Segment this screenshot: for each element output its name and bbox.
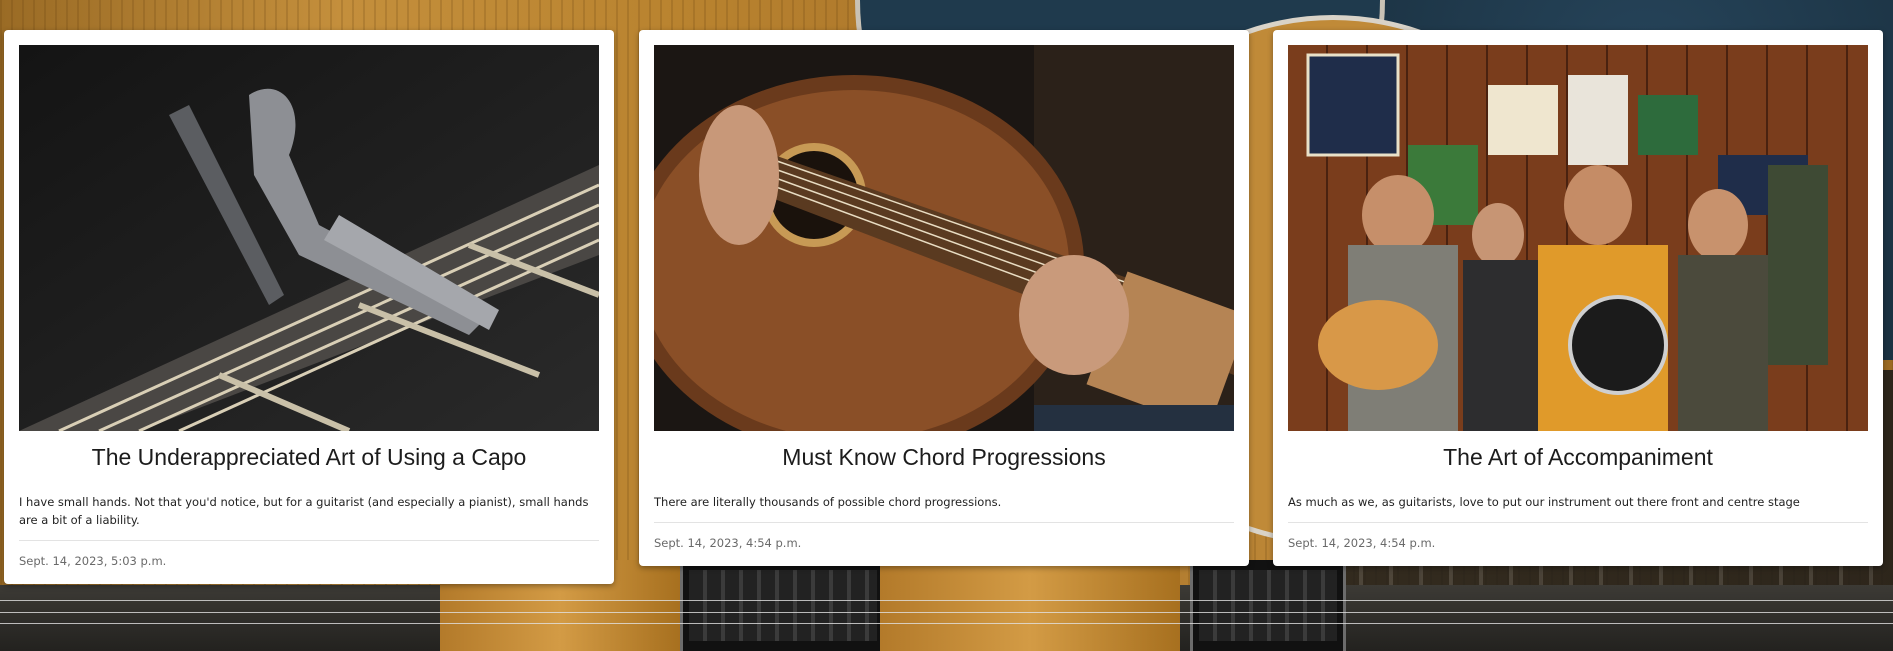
post-image-pub-band[interactable] — [1288, 45, 1868, 431]
background-string — [0, 600, 1893, 601]
post-title[interactable]: Must Know Chord Progressions — [654, 442, 1234, 472]
card-divider — [654, 522, 1234, 523]
blog-post-card[interactable]: The Underappreciated Art of Using a Capo… — [4, 30, 614, 584]
post-date: Sept. 14, 2023, 5:03 p.m. — [19, 554, 167, 568]
card-divider — [1288, 522, 1868, 523]
background-string — [0, 623, 1893, 624]
background-pickup — [1190, 560, 1346, 651]
card-divider — [19, 540, 599, 541]
blog-post-card[interactable]: The Art of Accompaniment As much as we, … — [1273, 30, 1883, 566]
blog-post-card[interactable]: Must Know Chord Progressions There are l… — [639, 30, 1249, 566]
post-title[interactable]: The Underappreciated Art of Using a Capo — [19, 442, 599, 472]
post-image-capo[interactable] — [19, 45, 599, 431]
post-excerpt: I have small hands. Not that you'd notic… — [19, 495, 589, 527]
post-excerpt: There are literally thousands of possibl… — [654, 495, 1002, 509]
post-image-guitar[interactable] — [654, 45, 1234, 431]
post-date: Sept. 14, 2023, 4:54 p.m. — [654, 536, 802, 550]
post-date: Sept. 14, 2023, 4:54 p.m. — [1288, 536, 1436, 550]
post-title[interactable]: The Art of Accompaniment — [1288, 442, 1868, 472]
background-string — [0, 612, 1893, 613]
background-wood-strip — [880, 560, 1180, 651]
background-pickup — [680, 560, 886, 651]
post-excerpt: As much as we, as guitarists, love to pu… — [1288, 495, 1800, 509]
